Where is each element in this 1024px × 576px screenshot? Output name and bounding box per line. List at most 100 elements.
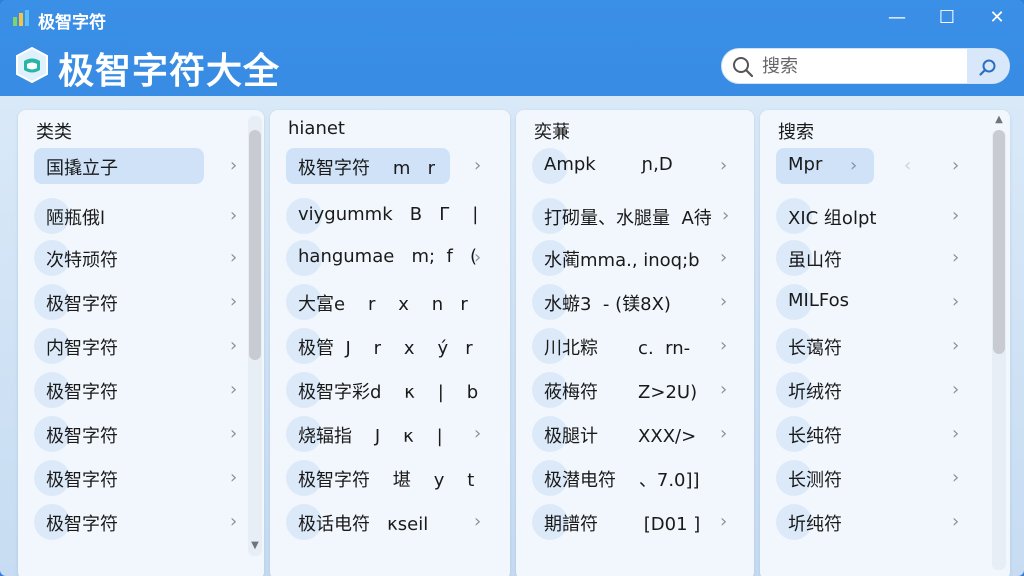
list-item[interactable]: 圻纯符 › xyxy=(760,502,1010,542)
list-item[interactable]: 极话电符 κseil › xyxy=(270,502,510,542)
panel-heading: 搜索 xyxy=(778,122,814,143)
item-label: 圻绒符 xyxy=(788,382,842,403)
list-item[interactable]: 圻绒符 › xyxy=(760,370,1010,410)
item-label: 极智字符 xyxy=(46,470,118,491)
list-item[interactable]: 极智字符 堪 y t xyxy=(270,458,510,498)
list-item[interactable]: 莜梅符 Z>2U) › xyxy=(516,370,754,410)
list-item[interactable]: 极智字符 › xyxy=(18,370,264,410)
item-label: 长蔼符 xyxy=(788,338,842,359)
minimize-button[interactable]: — xyxy=(886,8,908,28)
window-title: 极智字符 xyxy=(38,13,106,33)
list-item[interactable]: 极智字符 › xyxy=(18,458,264,498)
list-item[interactable]: 陋瓶俄l › xyxy=(18,196,264,236)
list-item[interactable]: 打砌量、水腿量 A待 › xyxy=(516,196,754,236)
list-item[interactable]: Ampk ɲ,D › xyxy=(516,146,754,186)
list-item[interactable]: 川北粽 c. rn- › xyxy=(516,326,754,366)
list-item[interactable]: 烧辐指 J κ | › xyxy=(270,414,510,454)
chevron-right-icon: › xyxy=(720,335,728,356)
chevron-right-icon[interactable]: › xyxy=(952,155,959,176)
list-item[interactable]: viygummk B Γ | xyxy=(270,196,510,236)
chevron-right-icon: › xyxy=(952,423,960,444)
scrollbar[interactable] xyxy=(248,116,262,556)
list-item[interactable]: 次特顽符 › xyxy=(18,238,264,278)
chevron-right-icon: › xyxy=(952,379,960,400)
scrollbar-thumb[interactable] xyxy=(249,130,261,360)
list-item[interactable]: 极智字符 › xyxy=(18,414,264,454)
list-item[interactable]: 极智字符 › xyxy=(18,282,264,322)
list-item[interactable]: 长测符 › xyxy=(760,458,1010,498)
list-item[interactable]: 长蔼符 › xyxy=(760,326,1010,366)
chevron-right-icon: › xyxy=(474,511,482,532)
list-item[interactable]: 水蔺mma., inoq;b › xyxy=(516,238,754,278)
item-label: 长纯符 xyxy=(788,426,842,447)
search-results-panel: 搜索 Mpr › ‹ › XIC 组olpt › 虽山符 › MILFos › … xyxy=(760,110,1010,576)
chevron-right-icon: › xyxy=(230,379,238,400)
search-icon xyxy=(733,57,754,78)
scrollbar-thumb[interactable] xyxy=(993,130,1005,354)
chevron-right-icon: › xyxy=(474,423,482,444)
scrollbar[interactable] xyxy=(992,130,1006,570)
list-item[interactable]: 极腿计 XXX/> › xyxy=(516,414,754,454)
item-label: 陋瓶俄l xyxy=(46,208,106,229)
list-item[interactable]: 期譜符 [D01 ] › xyxy=(516,502,754,542)
item-label: 极潜电符 、7.0]] xyxy=(544,470,700,491)
scroll-up-icon[interactable]: ▲ xyxy=(992,114,1006,125)
chevron-right-icon: › xyxy=(952,467,960,488)
category-panel: 类类 国撬立子 › 陋瓶俄l › 次特顽符 › 极智字符 › 内智字符 › 极智… xyxy=(18,110,264,576)
item-label: 内智字符 xyxy=(46,338,118,359)
scroll-down-icon[interactable]: ▼ xyxy=(248,540,262,551)
chevron-right-icon: › xyxy=(952,205,960,226)
item-label: 水蔺mma., inoq;b xyxy=(544,250,700,271)
item-label: 烧辐指 J κ | xyxy=(298,426,443,447)
list-item[interactable]: 国撬立子 › xyxy=(18,146,264,186)
item-label: 次特顽符 xyxy=(46,250,118,271)
chevron-right-icon: › xyxy=(474,155,482,176)
app-window: 极智字符 — ☐ ✕ 极智字符大全 类类 国撬立子 xyxy=(0,0,1024,576)
list-item[interactable]: XIC 组olpt › xyxy=(760,196,1010,236)
content-area: 类类 国撬立子 › 陋瓶俄l › 次特顽符 › 极智字符 › 内智字符 › 极智… xyxy=(0,96,1024,576)
search-icon xyxy=(979,59,996,76)
item-label: hangumae m; f ( xyxy=(298,246,478,267)
character-panel-2: 奕蒹 Ampk ɲ,D › 打砌量、水腿量 A待 › 水蔺mma., inoq;… xyxy=(516,110,754,576)
brand-logo-icon xyxy=(16,46,48,84)
close-button[interactable]: ✕ xyxy=(986,8,1008,28)
item-label: 极智字彩d κ | b xyxy=(298,382,479,403)
chevron-right-icon: › xyxy=(720,291,728,312)
list-item[interactable]: 极管 J r x ý r xyxy=(270,326,510,366)
item-label: 长测符 xyxy=(788,470,842,491)
list-item[interactable]: MILFos › xyxy=(760,282,1010,322)
item-label: 极智字符 xyxy=(46,294,118,315)
list-item[interactable]: 水蝣3 - (镁8X) › xyxy=(516,282,754,322)
search-input[interactable] xyxy=(762,53,982,79)
list-item[interactable]: 极智字符 › xyxy=(18,502,264,542)
item-label: Ampk ɲ,D xyxy=(544,154,673,175)
item-label: 极话电符 κseil xyxy=(298,514,429,535)
chevron-right-icon: › xyxy=(230,205,238,226)
item-label: 打砌量、水腿量 A待 xyxy=(544,208,712,229)
chevron-right-icon: › xyxy=(230,155,238,176)
list-item[interactable]: 极智字彩d κ | b xyxy=(270,370,510,410)
item-label: 极智字符 堪 y t xyxy=(298,470,475,491)
item-label: 国撬立子 xyxy=(46,158,118,179)
item-label: 期譜符 [D01 ] xyxy=(544,514,701,535)
item-label: MILFos xyxy=(788,290,849,311)
list-item[interactable]: 内智字符 › xyxy=(18,326,264,366)
chevron-left-icon[interactable]: ‹ xyxy=(904,155,911,176)
app-logo-icon xyxy=(13,10,29,26)
item-label: 水蝣3 - (镁8X) xyxy=(544,294,671,315)
item-label: 极腿计 XXX/> xyxy=(544,426,697,447)
list-item[interactable]: 极潜电符 、7.0]] xyxy=(516,458,754,498)
list-item[interactable]: 长纯符 › xyxy=(760,414,1010,454)
list-item[interactable]: 极智字符 m r › xyxy=(270,146,510,186)
item-label: 虽山符 xyxy=(788,250,842,271)
list-item[interactable]: hangumae m; f ( › xyxy=(270,238,510,278)
item-label: XIC 组olpt xyxy=(788,208,877,229)
maximize-button[interactable]: ☐ xyxy=(936,8,958,28)
chevron-right-icon: › xyxy=(850,155,858,176)
search-submit-button[interactable] xyxy=(967,49,1009,83)
list-item[interactable]: Mpr › ‹ › xyxy=(760,146,1010,186)
list-item[interactable]: 大富e r x n r xyxy=(270,282,510,322)
chevron-right-icon: › xyxy=(230,247,238,268)
chevron-right-icon: › xyxy=(722,205,730,226)
list-item[interactable]: 虽山符 › xyxy=(760,238,1010,278)
